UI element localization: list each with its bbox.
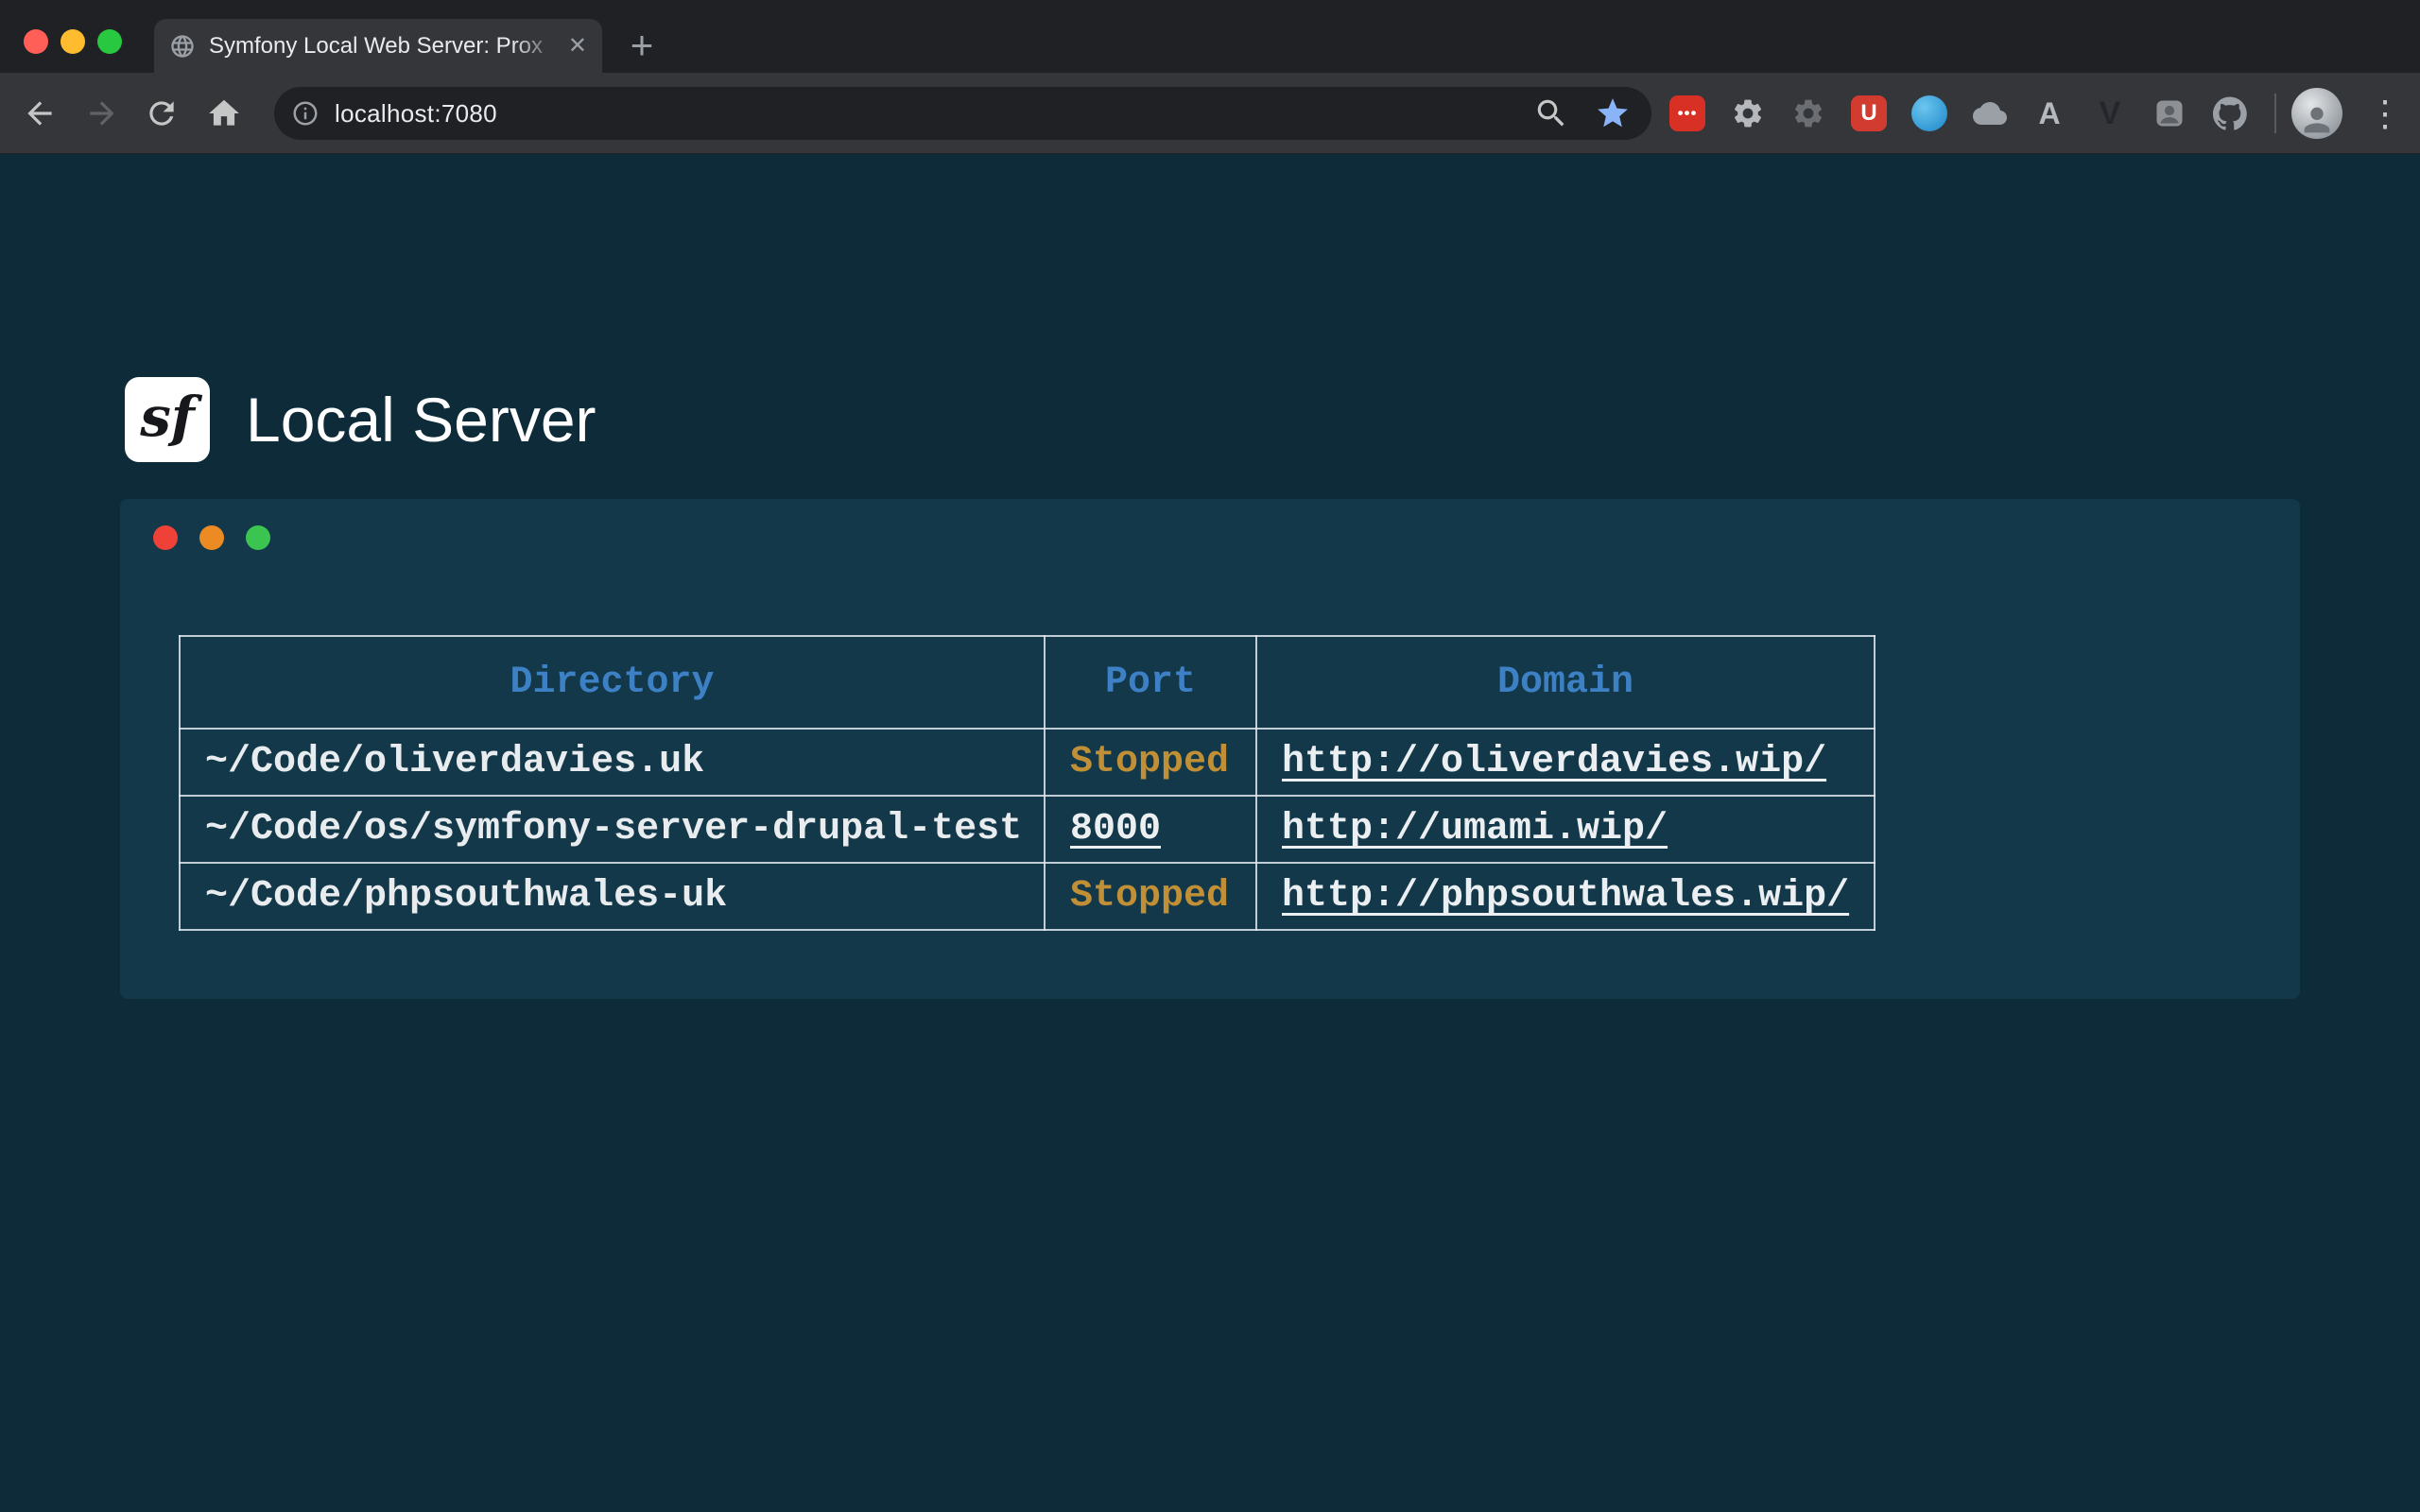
- reload-button[interactable]: [136, 88, 187, 139]
- magnifier-icon: [1533, 95, 1569, 131]
- domain-cell: http://oliverdavies.wip/: [1256, 729, 1875, 796]
- column-header-domain: Domain: [1256, 636, 1875, 729]
- directory-cell: ~/Code/oliverdavies.uk: [180, 729, 1045, 796]
- extension-v-button[interactable]: V: [2088, 92, 2132, 135]
- tab-close-icon[interactable]: ✕: [568, 32, 587, 60]
- table-header-row: Directory Port Domain: [180, 636, 1875, 729]
- page-title: Local Server: [246, 384, 596, 455]
- brand-header: sf Local Server: [125, 377, 596, 462]
- port-link[interactable]: 8000: [1070, 808, 1161, 850]
- gear-icon: [1731, 96, 1765, 130]
- github-octocat-icon: [2213, 96, 2247, 130]
- new-tab-button[interactable]: +: [619, 23, 665, 68]
- table-row: ~/Code/os/symfony-server-drupal-test 800…: [180, 796, 1875, 863]
- extension-blue-circle-button[interactable]: [1908, 92, 1951, 135]
- star-icon: [1595, 95, 1631, 131]
- letter-v-icon: V: [2100, 95, 2121, 132]
- person-icon: [2298, 101, 2336, 139]
- symfony-logo: sf: [125, 377, 210, 462]
- globe-favicon-icon: [169, 33, 196, 60]
- domain-link[interactable]: http://umami.wip/: [1282, 808, 1668, 850]
- profile-avatar[interactable]: [2291, 88, 2342, 139]
- tab-title: Symfony Local Web Server: Prox: [209, 33, 561, 60]
- window-minimize-button[interactable]: [60, 29, 85, 54]
- table-row: ~/Code/oliverdavies.uk Stopped http://ol…: [180, 729, 1875, 796]
- back-button[interactable]: [14, 88, 65, 139]
- blue-circle-icon: [1911, 95, 1947, 131]
- table-row: ~/Code/phpsouthwales-uk Stopped http://p…: [180, 863, 1875, 930]
- toolbar-divider: [2274, 94, 2276, 133]
- panel-red-dot: [153, 525, 178, 550]
- page-content: sf Local Server Directory Port Domain ~/…: [0, 155, 2420, 1512]
- cog-icon: [1791, 96, 1825, 130]
- home-icon: [206, 95, 242, 131]
- ublock-shield-icon: U: [1851, 95, 1887, 131]
- extension-ublock-button[interactable]: U: [1847, 92, 1891, 135]
- domain-cell: http://phpsouthwales.wip/: [1256, 863, 1875, 930]
- site-info-icon[interactable]: [291, 99, 320, 128]
- back-icon: [22, 95, 58, 131]
- terminal-panel: Directory Port Domain ~/Code/oliverdavie…: [120, 499, 2300, 999]
- column-header-port: Port: [1045, 636, 1256, 729]
- domain-link[interactable]: http://oliverdavies.wip/: [1282, 741, 1826, 783]
- extension-github-button[interactable]: [2208, 92, 2252, 135]
- forward-button[interactable]: [77, 88, 128, 139]
- directory-cell: ~/Code/os/symfony-server-drupal-test: [180, 796, 1045, 863]
- generic-extension-icon: [2152, 96, 2187, 130]
- reload-icon: [144, 95, 180, 131]
- extension-generic-button[interactable]: [2148, 92, 2191, 135]
- extension-cloud-button[interactable]: [1968, 92, 2012, 135]
- directory-cell: ~/Code/phpsouthwales-uk: [180, 863, 1045, 930]
- cloud-icon: [1973, 96, 2007, 130]
- tab-strip: Symfony Local Web Server: Prox ✕ +: [0, 0, 2420, 73]
- browser-tab[interactable]: Symfony Local Web Server: Prox ✕: [154, 19, 602, 73]
- red-dots-icon: •••: [1669, 95, 1705, 131]
- port-status-cell: Stopped: [1045, 729, 1256, 796]
- letter-a-icon: A: [2038, 96, 2060, 131]
- port-status-cell: Stopped: [1045, 863, 1256, 930]
- domain-link[interactable]: http://phpsouthwales.wip/: [1282, 875, 1849, 918]
- window-fullscreen-button[interactable]: [97, 29, 122, 54]
- url-text: localhost:7080: [335, 99, 1634, 129]
- panel-orange-dot: [199, 525, 224, 550]
- extension-a-button[interactable]: A: [2028, 92, 2071, 135]
- server-table: Directory Port Domain ~/Code/oliverdavie…: [179, 635, 1876, 931]
- home-button[interactable]: [199, 88, 250, 139]
- browser-menu-button[interactable]: ⋮: [2360, 88, 2411, 139]
- window-close-button[interactable]: [24, 29, 48, 54]
- address-bar[interactable]: localhost:7080: [274, 87, 1651, 140]
- column-header-directory: Directory: [180, 636, 1045, 729]
- bookmark-star-button[interactable]: [1587, 88, 1638, 139]
- extension-gear-dark-button[interactable]: [1787, 92, 1830, 135]
- port-status-cell: 8000: [1045, 796, 1256, 863]
- extension-red-dots-button[interactable]: •••: [1666, 92, 1709, 135]
- zoom-button[interactable]: [1526, 88, 1577, 139]
- forward-icon: [84, 95, 120, 131]
- domain-cell: http://umami.wip/: [1256, 796, 1875, 863]
- extension-gear-light-button[interactable]: [1726, 92, 1770, 135]
- panel-green-dot: [246, 525, 270, 550]
- browser-toolbar: localhost:7080 ••• U A V ⋮: [0, 73, 2420, 154]
